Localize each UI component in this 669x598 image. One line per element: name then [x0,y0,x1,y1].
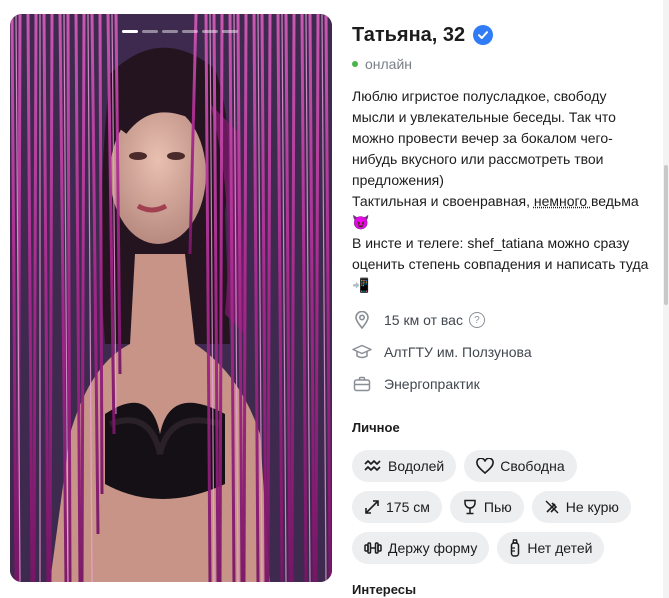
chip-alcohol[interactable]: Пью [449,491,524,523]
chip-relationship[interactable]: Свободна [464,450,577,482]
photo-dot[interactable] [222,30,238,33]
chip-label: Свободна [500,458,565,474]
name-row: Татьяна, 32 [352,18,662,52]
briefcase-icon [352,374,372,394]
profile-name: Татьяна, 32 [352,23,466,46]
profile-facts: 15 км от вас ? АлтГТУ им. Ползунова Энер… [352,304,662,400]
chip-zodiac[interactable]: Водолей [352,450,457,482]
bio-underlined-text: немного [533,193,591,209]
location-pin-icon [352,310,372,330]
chip-children[interactable]: Нет детей [497,532,605,564]
fact-university: АлтГТУ им. Ползунова [352,336,662,368]
personal-chips: Водолей Свободна 175 см Пью Не курю Держ… [352,450,662,564]
chip-label: Не курю [565,499,619,515]
work-label: Энергопрактик [384,376,480,392]
chip-height[interactable]: 175 см [352,491,442,523]
profile-bio: Люблю игристое полусладкое, свободу мысл… [352,86,652,296]
personal-section-title: Личное [352,420,400,435]
chip-label: Водолей [388,458,445,474]
university-label: АлтГТУ им. Ползунова [384,344,532,360]
status-label: онлайн [365,56,413,72]
chip-label: Нет детей [527,540,593,556]
fact-distance: 15 км от вас ? [352,304,662,336]
online-status: онлайн [352,54,662,74]
bio-paragraph: Люблю игристое полусладкое, свободу мысл… [352,88,616,188]
dumbbell-icon [364,542,382,554]
online-dot [352,61,358,67]
fact-work: Энергопрактик [352,368,662,400]
verified-icon [473,25,494,45]
profile-info: Татьяна, 32 онлайн Люблю игристое полусл… [352,18,662,573]
chip-row: Водолей Свободна [352,450,662,482]
photo-illustration [10,14,332,582]
baby-bottle-icon [511,539,520,557]
wine-glass-icon [464,499,476,515]
chip-row: Держу форму Нет детей [352,532,662,564]
interests-section-title: Интересы [352,582,417,597]
chip-row: 175 см Пью Не курю [352,491,662,523]
photo-dot[interactable] [122,30,138,33]
chip-smoking[interactable]: Не курю [531,491,631,523]
chip-label: Пью [483,499,512,515]
heart-icon [476,458,495,474]
resize-arrows-icon [365,500,379,514]
profile-photo[interactable] [10,14,332,582]
chip-label: Держу форму [388,540,478,556]
photo-dot[interactable] [182,30,198,33]
no-smoking-icon [545,500,559,514]
zodiac-wave-icon [364,460,381,471]
chip-label: 175 см [386,499,430,515]
photo-pagination [122,30,238,33]
scrollbar-thumb[interactable] [664,165,668,305]
distance-label: 15 км от вас [384,312,463,328]
photo-dot[interactable] [142,30,158,33]
help-circle-icon[interactable]: ? [468,312,485,328]
graduation-cap-icon [352,342,372,362]
chip-sport[interactable]: Держу форму [352,532,490,564]
bio-paragraph: В инсте и телеге: shef_tatiana можно сра… [352,235,649,293]
photo-dot[interactable] [162,30,178,33]
bio-text: Тактильная и своенравная, [352,193,534,209]
scrollbar[interactable] [663,0,669,598]
bio-paragraph: Тактильная и своенравная, немного ведьма… [352,191,652,233]
photo-dot[interactable] [202,30,218,33]
